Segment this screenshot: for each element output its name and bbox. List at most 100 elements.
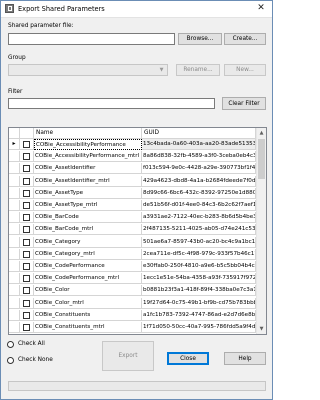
name-cell[interactable]: COBie_AccessibilityPerformance_mtrl bbox=[34, 151, 142, 163]
row-checkbox[interactable] bbox=[23, 311, 30, 319]
table-row[interactable]: COBie_AssetIdentifier f013c594-9e0c-4428-… bbox=[9, 163, 256, 175]
table-row[interactable]: COBie_CodePerformance_mtrl 1ecc1e51e-54ba… bbox=[9, 273, 256, 285]
guid-cell[interactable]: 8a86d838-32fb-4589-a3f0-3ceba0eb4c33 bbox=[142, 151, 256, 163]
grid-scrollbar[interactable]: ▲ ▼ bbox=[256, 128, 266, 334]
group-select[interactable]: ▼ bbox=[8, 64, 168, 76]
name-cell[interactable]: COBie_Category bbox=[34, 236, 142, 248]
guid-cell[interactable]: 13c4bada-0a60-403a-aa20-83ade51353e bbox=[142, 139, 256, 150]
row-checkbox[interactable] bbox=[23, 250, 30, 258]
row-checkbox[interactable] bbox=[23, 165, 30, 173]
row-header-cell[interactable] bbox=[9, 163, 20, 175]
close-window-icon[interactable]: ✕ bbox=[254, 2, 268, 15]
row-checkbox[interactable] bbox=[23, 238, 30, 246]
row-header-cell[interactable] bbox=[9, 200, 20, 211]
row-checkbox[interactable] bbox=[23, 202, 30, 209]
check-column-header[interactable] bbox=[20, 128, 34, 139]
check-all-radio[interactable] bbox=[7, 341, 14, 348]
filter-input[interactable] bbox=[8, 98, 215, 109]
row-checkbox[interactable] bbox=[23, 275, 30, 283]
scrollbar-thumb[interactable] bbox=[258, 139, 265, 179]
row-header-cell[interactable] bbox=[9, 322, 20, 333]
name-cell[interactable]: COBie_AssetIdentifier_mtrl bbox=[34, 175, 142, 187]
guid-cell[interactable]: 8d99c66-6bc6-432c-8392-97250e1d8805 bbox=[142, 187, 256, 199]
guid-cell[interactable]: 19f27d64-0c75-49b1-bf9b-cd75b783bbbd bbox=[142, 297, 256, 309]
guid-cell[interactable]: 1ecc1e51e-54ba-4358-a93f-735917f9729 bbox=[142, 273, 256, 285]
guid-cell[interactable]: f013c594-9e0c-4428-a29e-390773bf1f42 bbox=[142, 163, 256, 175]
help-button[interactable]: Help bbox=[224, 352, 266, 365]
table-row[interactable]: COBie_Constituents_mtrl 1f71d050-50cc-40a… bbox=[9, 322, 256, 333]
row-header-cell[interactable] bbox=[9, 151, 20, 163]
row-header-cell[interactable] bbox=[9, 224, 20, 236]
name-cell[interactable]: COBie_AssetIdentifier bbox=[34, 163, 142, 175]
row-header-cell[interactable] bbox=[9, 187, 20, 199]
guid-cell[interactable]: a3931ae2-7122-40ec-b283-8b6d5b4be3fa bbox=[142, 212, 256, 224]
browse-button[interactable]: Browse... bbox=[178, 33, 222, 45]
row-checkbox[interactable] bbox=[23, 226, 30, 234]
table-row[interactable]: COBie_AssetIdentifier_mtrl 429a4623-dbd8-… bbox=[9, 175, 256, 187]
row-header-cell[interactable] bbox=[9, 261, 20, 272]
name-cell[interactable]: COBie_AssetType bbox=[34, 187, 142, 199]
name-cell[interactable]: COBie_AssetType_mtrl bbox=[34, 200, 142, 211]
table-row[interactable]: COBie_Constituents a1fc1b783-7392-4747-86… bbox=[9, 309, 256, 321]
row-checkbox[interactable] bbox=[23, 177, 30, 185]
guid-column-header[interactable]: GUID bbox=[142, 128, 256, 139]
name-cell[interactable]: COBie_Category_mtrl bbox=[34, 248, 142, 260]
new-group-button[interactable]: New... bbox=[224, 64, 266, 76]
export-button[interactable]: Export bbox=[102, 341, 154, 371]
row-checkbox[interactable] bbox=[23, 189, 30, 197]
guid-cell[interactable]: b0881b23f3a1-418f-89f4-338ba0e7c3a1 bbox=[142, 285, 256, 297]
row-header-cell[interactable] bbox=[9, 285, 20, 297]
name-cell[interactable]: COBie_BarCode_mtrl bbox=[34, 224, 142, 236]
table-row[interactable]: COBie_Category_mtrl 2cea711e-df5c-4f98-97… bbox=[9, 248, 256, 260]
table-row[interactable]: COBie_AccessibilityPerformance_mtrl 8a86d… bbox=[9, 151, 256, 163]
row-checkbox[interactable] bbox=[23, 299, 30, 307]
table-row[interactable]: COBie_BarCode a3931ae2-7122-40ec-b283-8b6… bbox=[9, 212, 256, 224]
guid-cell[interactable]: e30ffab0-250f-4810-a9e6-b5c5bb04b4c7 bbox=[142, 261, 256, 272]
row-header-cell[interactable] bbox=[9, 273, 20, 285]
check-none-label[interactable]: Check None bbox=[18, 356, 53, 364]
shared-parameter-file-field[interactable] bbox=[8, 33, 175, 45]
name-cell[interactable]: COBie_CodePerformance bbox=[34, 261, 142, 272]
row-checkbox[interactable] bbox=[23, 141, 30, 148]
row-checkbox[interactable] bbox=[23, 263, 30, 270]
name-cell[interactable]: COBie_Constituents_mtrl bbox=[34, 322, 142, 333]
guid-cell[interactable]: 2f487135-5211-4025-ab05-d74e241c531b bbox=[142, 224, 256, 236]
row-checkbox[interactable] bbox=[23, 214, 30, 222]
row-header-cell[interactable] bbox=[9, 297, 20, 309]
name-cell[interactable]: COBie_Color bbox=[34, 285, 142, 297]
row-checkbox[interactable] bbox=[23, 153, 30, 161]
guid-cell[interactable]: 1f71d050-50cc-40a7-995-786fdd5a9f4dd bbox=[142, 322, 256, 333]
name-cell[interactable]: COBie_BarCode bbox=[34, 212, 142, 224]
table-row[interactable]: COBie_Category 501ae6a7-8597-43b0-ac20-bc… bbox=[9, 236, 256, 248]
guid-cell[interactable]: 501ae6a7-8597-43b0-ac20-bc4c9a1bc1e9 bbox=[142, 236, 256, 248]
table-row[interactable]: ▸ COBie_AccessibilityPerformance 13c4bada-… bbox=[9, 139, 256, 150]
name-column-header[interactable]: Name bbox=[34, 128, 142, 139]
table-row[interactable]: COBie_Color b0881b23f3a1-418f-89f4-338ba0… bbox=[9, 285, 256, 297]
check-all-label[interactable]: Check All bbox=[18, 340, 45, 348]
table-row[interactable]: COBie_AssetType 8d99c66-6bc6-432c-8392-97… bbox=[9, 187, 256, 199]
scroll-up-icon[interactable]: ▲ bbox=[257, 128, 266, 138]
name-cell[interactable]: COBie_AccessibilityPerformance bbox=[34, 139, 142, 150]
create-button[interactable]: Create... bbox=[224, 33, 266, 45]
guid-cell[interactable]: a1fc1b783-7392-4747-86ad-e2d7d6e8b09f bbox=[142, 309, 256, 321]
row-header-cell[interactable] bbox=[9, 175, 20, 187]
table-row[interactable]: COBie_AssetType_mtrl de51b56f-d01f-4ee0-8… bbox=[9, 200, 256, 211]
table-row[interactable]: COBie_CodePerformance e30ffab0-250f-4810-… bbox=[9, 261, 256, 272]
name-cell[interactable]: COBie_Constituents bbox=[34, 309, 142, 321]
guid-cell[interactable]: de51b56f-d01f-4ee0-84c3-6b2c62f7aef1 bbox=[142, 200, 256, 211]
current-row-indicator-icon[interactable]: ▸ bbox=[9, 139, 20, 150]
row-header-cell[interactable] bbox=[9, 236, 20, 248]
clear-filter-button[interactable]: Clear Filter bbox=[222, 97, 266, 110]
guid-cell[interactable]: 429a4623-dbd8-4a1a-b2684fdeede7f0d9 bbox=[142, 175, 256, 187]
row-header-cell[interactable] bbox=[9, 309, 20, 321]
name-cell[interactable]: COBie_Color_mtrl bbox=[34, 297, 142, 309]
guid-cell[interactable]: 2cea711e-df5c-4f98-979c-933f57b46c17 bbox=[142, 248, 256, 260]
scroll-down-icon[interactable]: ▼ bbox=[257, 324, 266, 334]
check-none-radio[interactable] bbox=[7, 357, 14, 364]
close-button[interactable]: Close bbox=[167, 352, 209, 365]
row-checkbox[interactable] bbox=[23, 287, 30, 295]
row-header-cell[interactable] bbox=[9, 212, 20, 224]
row-header-cell[interactable] bbox=[9, 248, 20, 260]
row-checkbox[interactable] bbox=[23, 324, 30, 331]
table-row[interactable]: COBie_BarCode_mtrl 2f487135-5211-4025-ab0… bbox=[9, 224, 256, 236]
